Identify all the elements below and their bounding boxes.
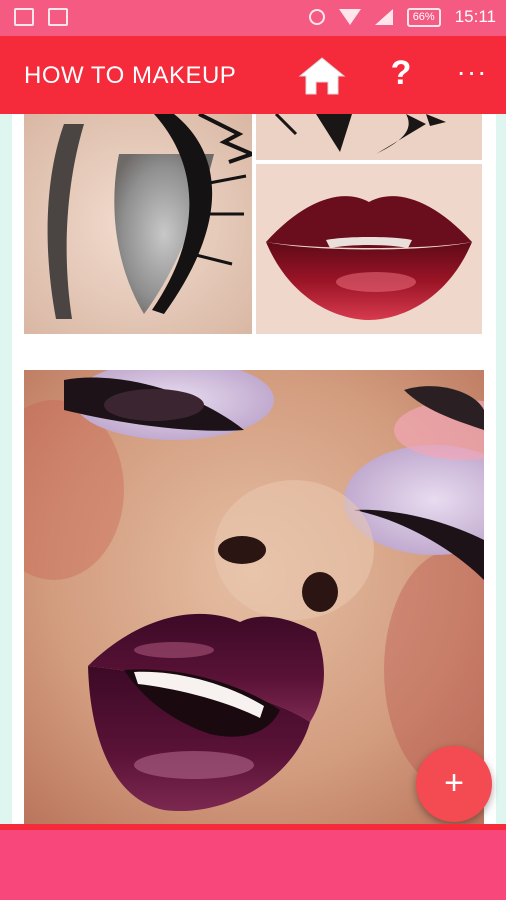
content-list[interactable]: +	[0, 114, 506, 824]
battery-icon: 66%	[406, 7, 441, 27]
image-card[interactable]	[12, 344, 496, 824]
add-fab-button[interactable]: +	[416, 746, 492, 822]
bottom-divider	[0, 824, 506, 830]
app-title: HOW TO MAKEUP	[24, 62, 237, 89]
bottom-banner	[0, 824, 506, 900]
eye-makeup-image[interactable]	[24, 114, 252, 334]
signal-icon	[374, 9, 393, 25]
face-makeup-image[interactable]	[24, 370, 484, 824]
app-bar: HOW TO MAKEUP ? ···	[0, 36, 506, 114]
help-button[interactable]: ?	[385, 54, 417, 93]
more-options-button[interactable]: ···	[456, 56, 488, 88]
alarm-icon	[308, 9, 325, 25]
home-icon	[298, 57, 346, 95]
image-icon	[48, 8, 68, 26]
status-bar: 66% 15:11	[0, 0, 506, 36]
chat-icon	[14, 8, 34, 26]
red-lips-image[interactable]	[256, 164, 482, 334]
wifi-icon	[338, 9, 361, 25]
home-button[interactable]	[298, 56, 346, 96]
status-time: 15:11	[454, 7, 496, 26]
eyelashes-image[interactable]	[256, 114, 482, 160]
image-card[interactable]	[12, 114, 496, 344]
